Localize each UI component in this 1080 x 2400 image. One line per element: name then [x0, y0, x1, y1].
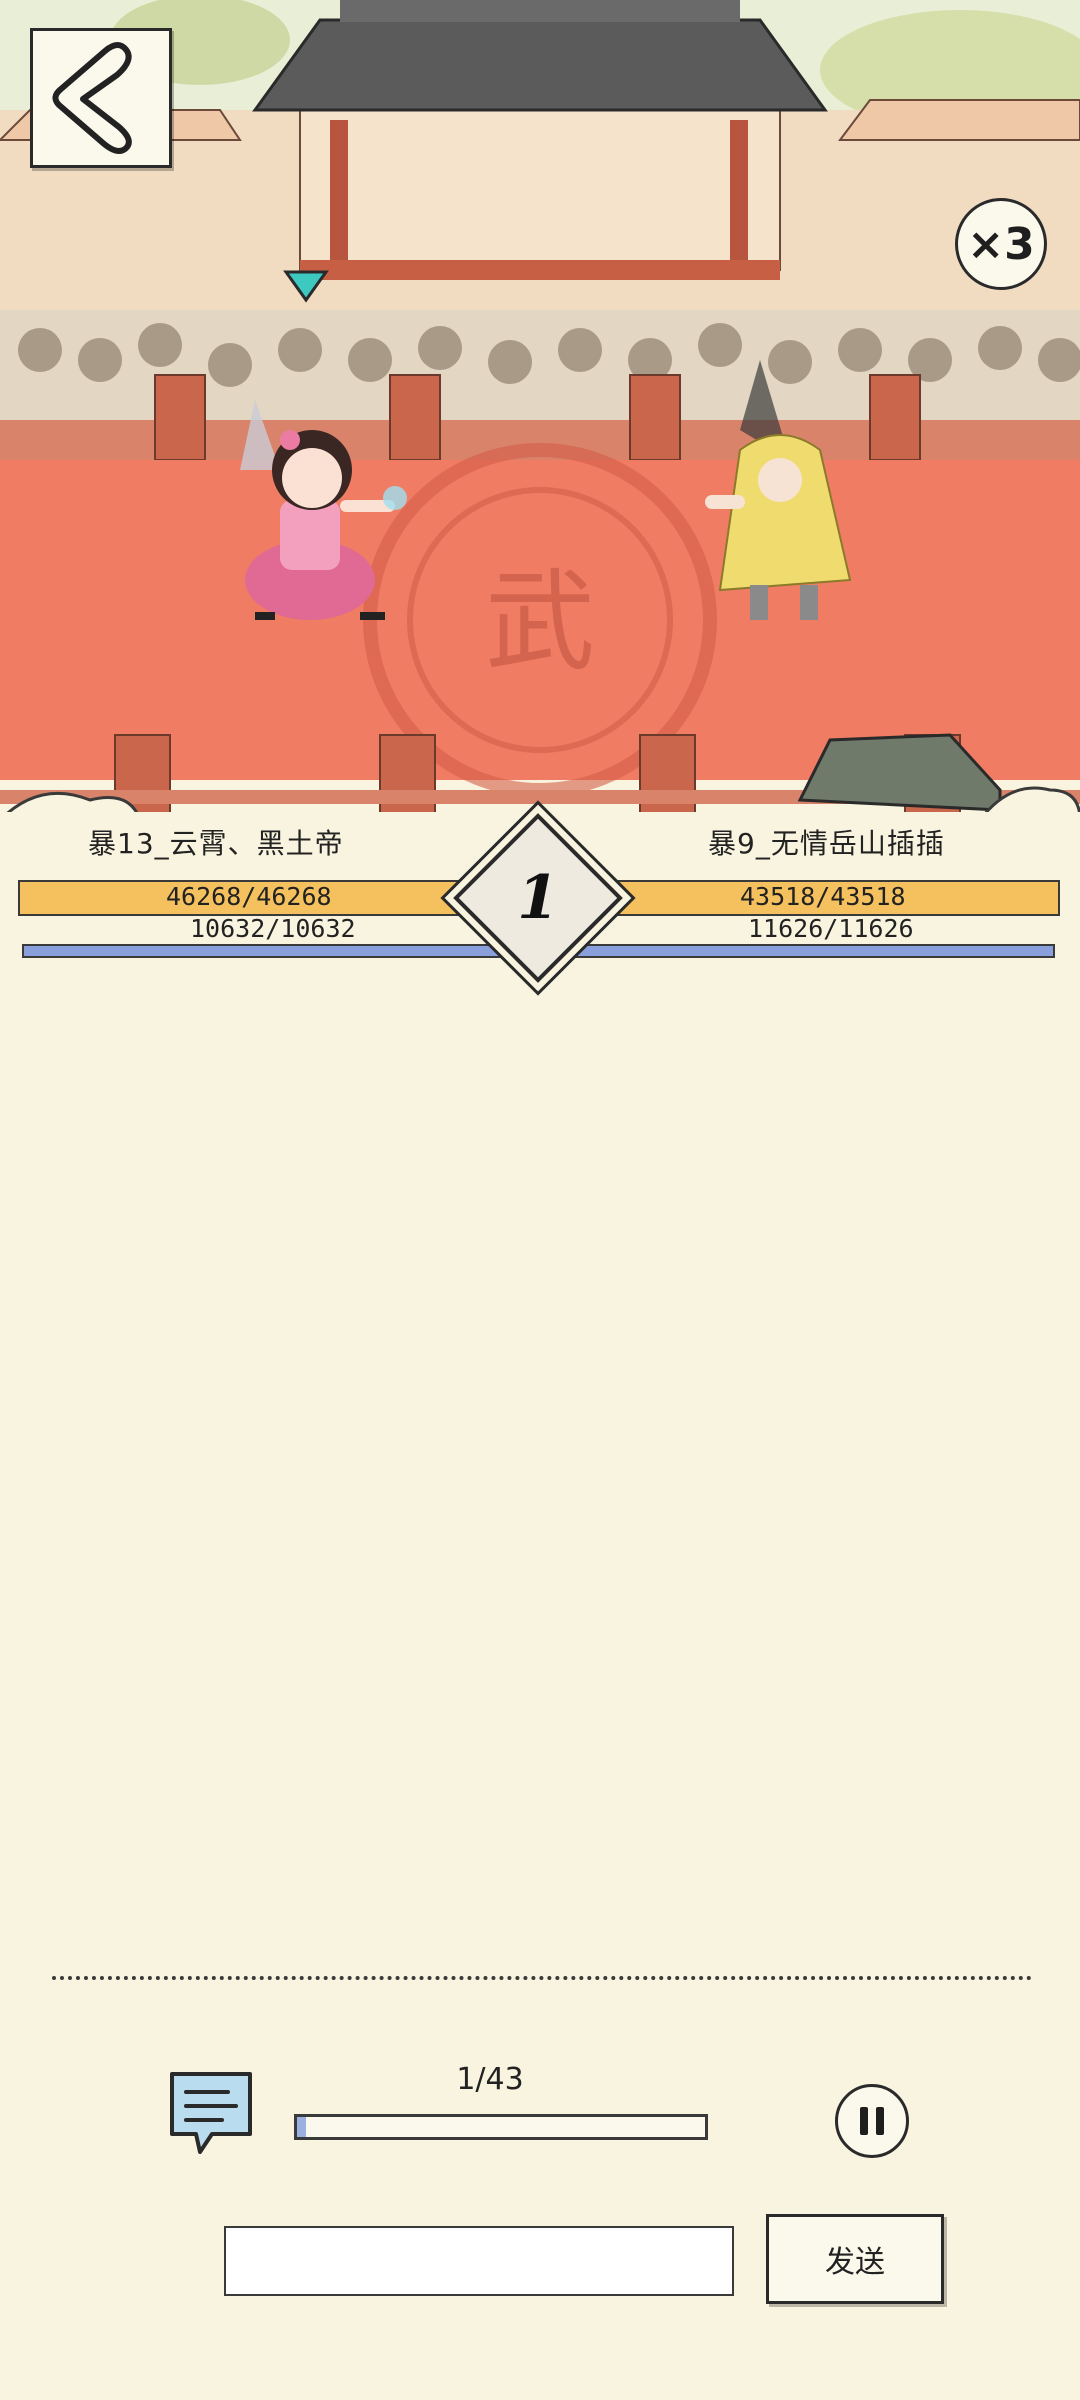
send-button[interactable]: 发送 — [766, 2214, 944, 2304]
back-button[interactable] — [30, 28, 172, 168]
chevron-left-icon — [52, 42, 132, 154]
triangle-marker-icon — [282, 268, 330, 308]
battle-log — [20, 980, 1060, 1960]
right-hp-text: 43518/43518 — [740, 882, 906, 911]
floor-emblem: 武 — [485, 558, 595, 686]
right-mp-text: 11626/11626 — [748, 914, 914, 943]
chat-bubble-icon[interactable] — [166, 2068, 256, 2158]
round-number: 1 — [517, 863, 559, 933]
right-player-name: 暴9_无情岳山插插 — [708, 827, 945, 860]
left-hp-text: 46268/46268 — [166, 882, 332, 911]
log-separator — [52, 1976, 1032, 1980]
pause-icon — [856, 2107, 888, 2135]
speed-multiplier-button[interactable]: ×3 — [955, 198, 1047, 290]
pause-button[interactable] — [835, 2084, 909, 2158]
left-player-name: 暴13_云霄、黑土帝 — [88, 827, 344, 860]
progress-fill — [297, 2117, 307, 2137]
playback-progress-bar[interactable] — [294, 2114, 708, 2140]
left-mp-bar — [22, 944, 522, 958]
progress-label: 1/43 — [456, 2062, 524, 2097]
chat-input[interactable] — [224, 2226, 734, 2296]
left-mp-text: 10632/10632 — [190, 914, 356, 943]
right-mp-bar — [555, 944, 1055, 958]
